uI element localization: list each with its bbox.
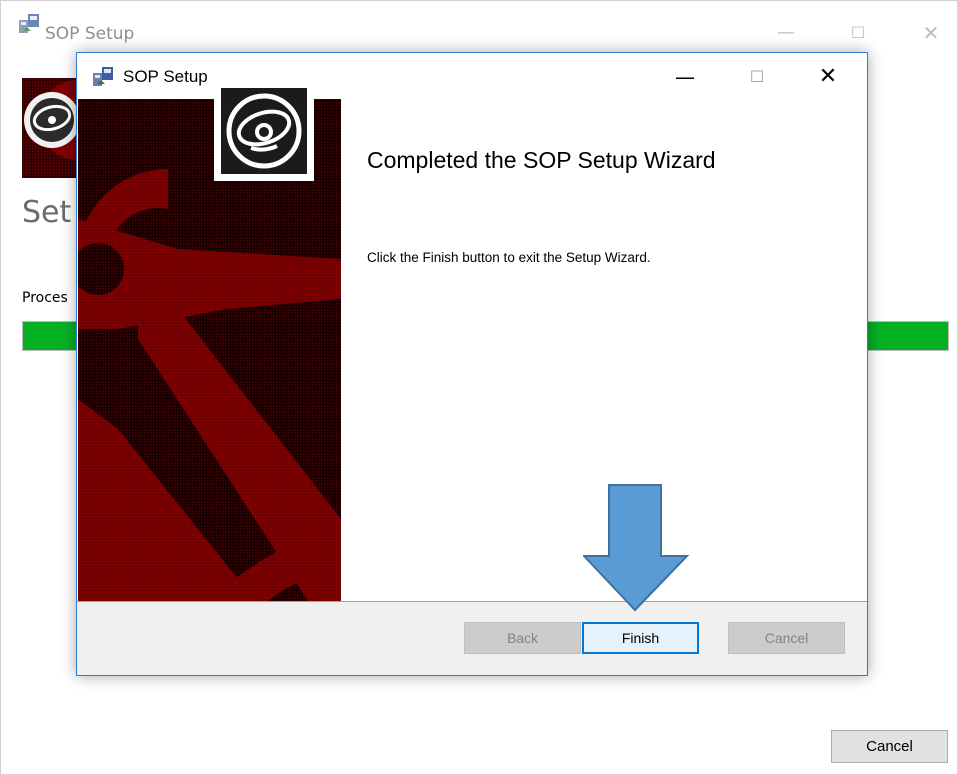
background-heading: Set [22, 195, 72, 230]
close-icon[interactable]: ✕ [916, 23, 946, 43]
dialog-body-text: Click the Finish button to exit the Setu… [367, 250, 651, 265]
background-status-text: Proces [22, 290, 68, 306]
installer-icon [17, 11, 41, 35]
minimize-icon[interactable]: — [663, 63, 707, 91]
maximize-icon[interactable]: ☐ [843, 23, 873, 43]
minimize-icon[interactable]: — [771, 23, 801, 43]
maximize-icon: ☐ [749, 67, 765, 86]
down-arrow-icon [581, 484, 690, 612]
cd-disc-icon [214, 81, 314, 181]
background-cancel-button[interactable]: Cancel [831, 730, 948, 763]
dialog-heading: Completed the SOP Setup Wizard [367, 147, 716, 173]
installer-icon [91, 64, 115, 88]
close-icon[interactable]: ✕ [806, 63, 850, 91]
finish-button[interactable]: Finish [582, 622, 699, 654]
background-title-bar: SOP Setup — ☐ ✕ [1, 1, 957, 44]
dialog-title: SOP Setup [123, 67, 208, 86]
background-window-title: SOP Setup [45, 24, 135, 44]
dialog-cancel-button: Cancel [728, 622, 845, 654]
dialog-button-bar: Back Finish Cancel [77, 601, 867, 675]
dialog-title-bar[interactable]: SOP Setup — ☐ ✕ [77, 53, 867, 99]
completion-dialog: SOP Setup — ☐ ✕ Completed the SOP Setup … [76, 52, 868, 676]
back-button: Back [464, 622, 581, 654]
